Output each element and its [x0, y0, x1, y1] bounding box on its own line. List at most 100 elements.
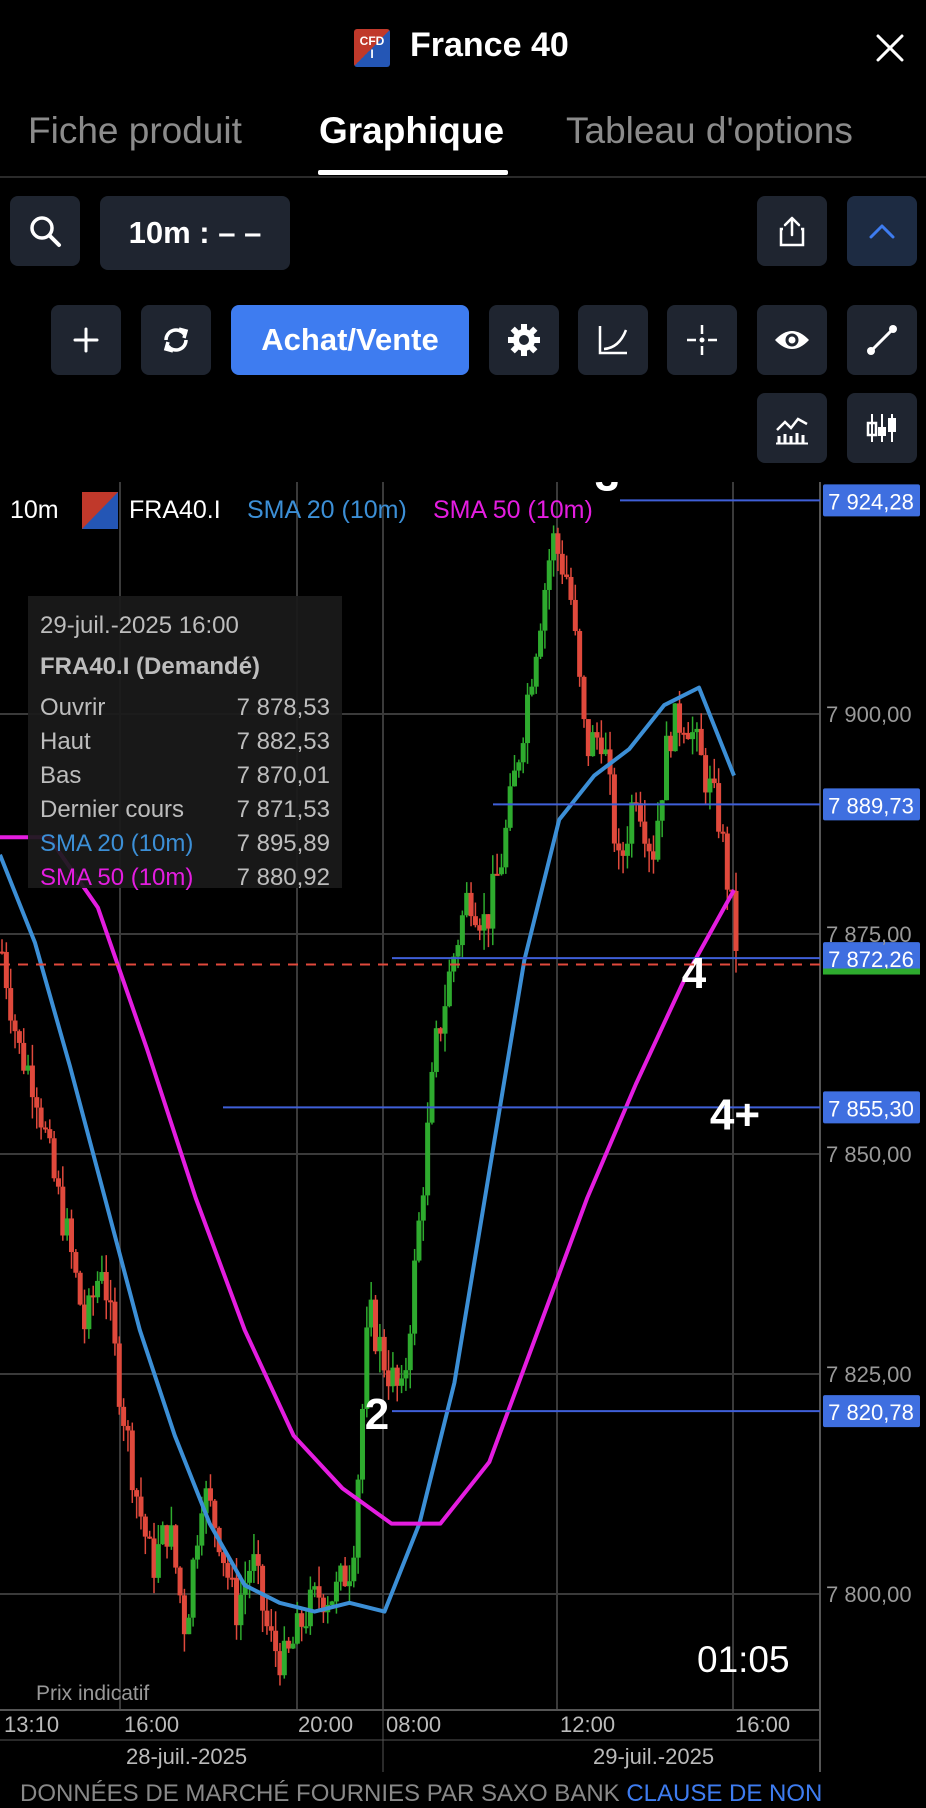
tooltip-value-last: 7 871,53 — [237, 796, 330, 823]
current-price-marker — [823, 968, 920, 975]
draw-line-button[interactable] — [847, 305, 917, 375]
candle-body — [112, 1301, 118, 1344]
tab-fiche-produit[interactable]: Fiche produit — [28, 110, 242, 152]
timeframe-selector[interactable]: 10m : – – — [100, 196, 290, 270]
candle-body — [611, 774, 617, 844]
page-title: France 40 — [410, 26, 569, 64]
candle-body — [668, 735, 674, 752]
candle-body — [147, 1536, 153, 1539]
candle-body — [290, 1643, 296, 1649]
x-tick-label: 12:00 — [560, 1712, 615, 1737]
tooltip-label-low: Bas — [40, 762, 81, 789]
tooltip-value-low: 7 870,01 — [237, 762, 330, 789]
candle-body — [403, 1370, 409, 1379]
indicators-button[interactable] — [757, 393, 827, 463]
active-tab-indicator — [318, 170, 508, 175]
candle-body — [207, 1488, 213, 1501]
candle-body — [477, 925, 483, 931]
tab-graphique[interactable]: Graphique — [319, 110, 504, 152]
candle-body — [268, 1626, 274, 1631]
search-button[interactable] — [10, 196, 80, 266]
candle-body — [3, 952, 9, 989]
candle-body — [307, 1589, 313, 1627]
add-button[interactable] — [51, 305, 121, 375]
legend-symbol: FRA40.I — [129, 496, 221, 524]
candle-body — [694, 728, 700, 733]
candle-body — [516, 762, 522, 771]
candle-body — [225, 1563, 231, 1578]
candle-body — [485, 914, 491, 929]
candle-body — [312, 1586, 318, 1590]
level-price-label: 7 872,26 — [828, 947, 914, 972]
footer-disclaimer: DONNÉES DE MARCHÉ FOURNIES PAR SAXO BANK… — [20, 1780, 822, 1808]
gear-icon — [508, 324, 540, 356]
candle-body — [247, 1570, 253, 1583]
curve-icon — [598, 326, 628, 355]
candle-body — [260, 1565, 266, 1611]
candle-body — [381, 1336, 387, 1371]
candle-body — [572, 599, 578, 632]
candle-body — [121, 1406, 127, 1426]
candle-body — [338, 1565, 344, 1582]
y-tick-label: 7 800,00 — [826, 1582, 912, 1607]
tab-tableau-options[interactable]: Tableau d'options — [566, 110, 853, 152]
candle-body — [38, 1107, 44, 1128]
crosshair-icon — [687, 325, 717, 355]
candle-body — [342, 1565, 348, 1587]
candle-body — [95, 1280, 101, 1298]
price-chart[interactable]: 7 924,28 3 7 889,73 7 872,26 4 7 855,30 4+ 7 82… — [0, 482, 926, 1772]
candle-body — [529, 686, 535, 695]
candle-body — [90, 1295, 96, 1298]
refresh-icon — [163, 327, 189, 353]
candle-body — [481, 914, 487, 931]
candle-body — [438, 1028, 444, 1034]
crosshair-button[interactable] — [667, 305, 737, 375]
candle-body — [82, 1304, 88, 1330]
candle-body — [186, 1617, 192, 1635]
candle-body — [498, 867, 504, 875]
candle-body — [51, 1138, 57, 1179]
refresh-button[interactable] — [141, 305, 211, 375]
tooltip-instrument: FRA40.I (Demandé) — [40, 653, 260, 680]
candle-body — [455, 945, 461, 957]
level-price-label: 7 855,30 — [828, 1096, 914, 1121]
buy-sell-button[interactable]: Achat/Vente — [231, 305, 469, 375]
candle-body — [564, 574, 570, 577]
candle-body — [416, 1220, 422, 1261]
candle-body — [585, 719, 591, 757]
curve-tool-button[interactable] — [578, 305, 648, 375]
candle-body — [551, 533, 557, 561]
x-tick-label: 16:00 — [735, 1712, 790, 1737]
candle-body — [0, 951, 5, 954]
candle-body — [55, 1178, 61, 1187]
candle-body — [294, 1613, 300, 1644]
x-tick-label: 16:00 — [124, 1712, 179, 1737]
candle-body — [277, 1651, 283, 1676]
candle-body — [299, 1613, 305, 1627]
candle-body — [720, 831, 726, 834]
buy-sell-label: Achat/Vente — [261, 322, 439, 357]
candle-body — [707, 778, 713, 793]
collapse-toolbar-button[interactable] — [847, 196, 917, 266]
chart-type-button[interactable] — [847, 393, 917, 463]
legend-interval: 10m — [10, 496, 59, 524]
candle-body — [520, 743, 526, 763]
candle-body — [511, 770, 517, 787]
candle-body — [264, 1610, 270, 1627]
y-tick-label: 7 875,00 — [826, 922, 912, 947]
close-icon[interactable] — [872, 30, 908, 66]
candle-body — [690, 732, 696, 740]
candle-body — [77, 1272, 83, 1305]
candle-body — [138, 1496, 144, 1517]
candle-body — [525, 694, 531, 744]
candle-body — [47, 1129, 53, 1139]
candle-body — [533, 656, 539, 687]
candle-body — [698, 728, 704, 756]
tooltip-label-sma20: SMA 20 (10m) — [40, 830, 193, 857]
share-button[interactable] — [757, 196, 827, 266]
visibility-button[interactable] — [757, 305, 827, 375]
x-date-label: 29-juil.-2025 — [593, 1744, 714, 1769]
candle-body — [199, 1513, 205, 1546]
disclaimer-link[interactable]: CLAUSE DE NON — [626, 1780, 822, 1807]
settings-button[interactable] — [489, 305, 559, 375]
